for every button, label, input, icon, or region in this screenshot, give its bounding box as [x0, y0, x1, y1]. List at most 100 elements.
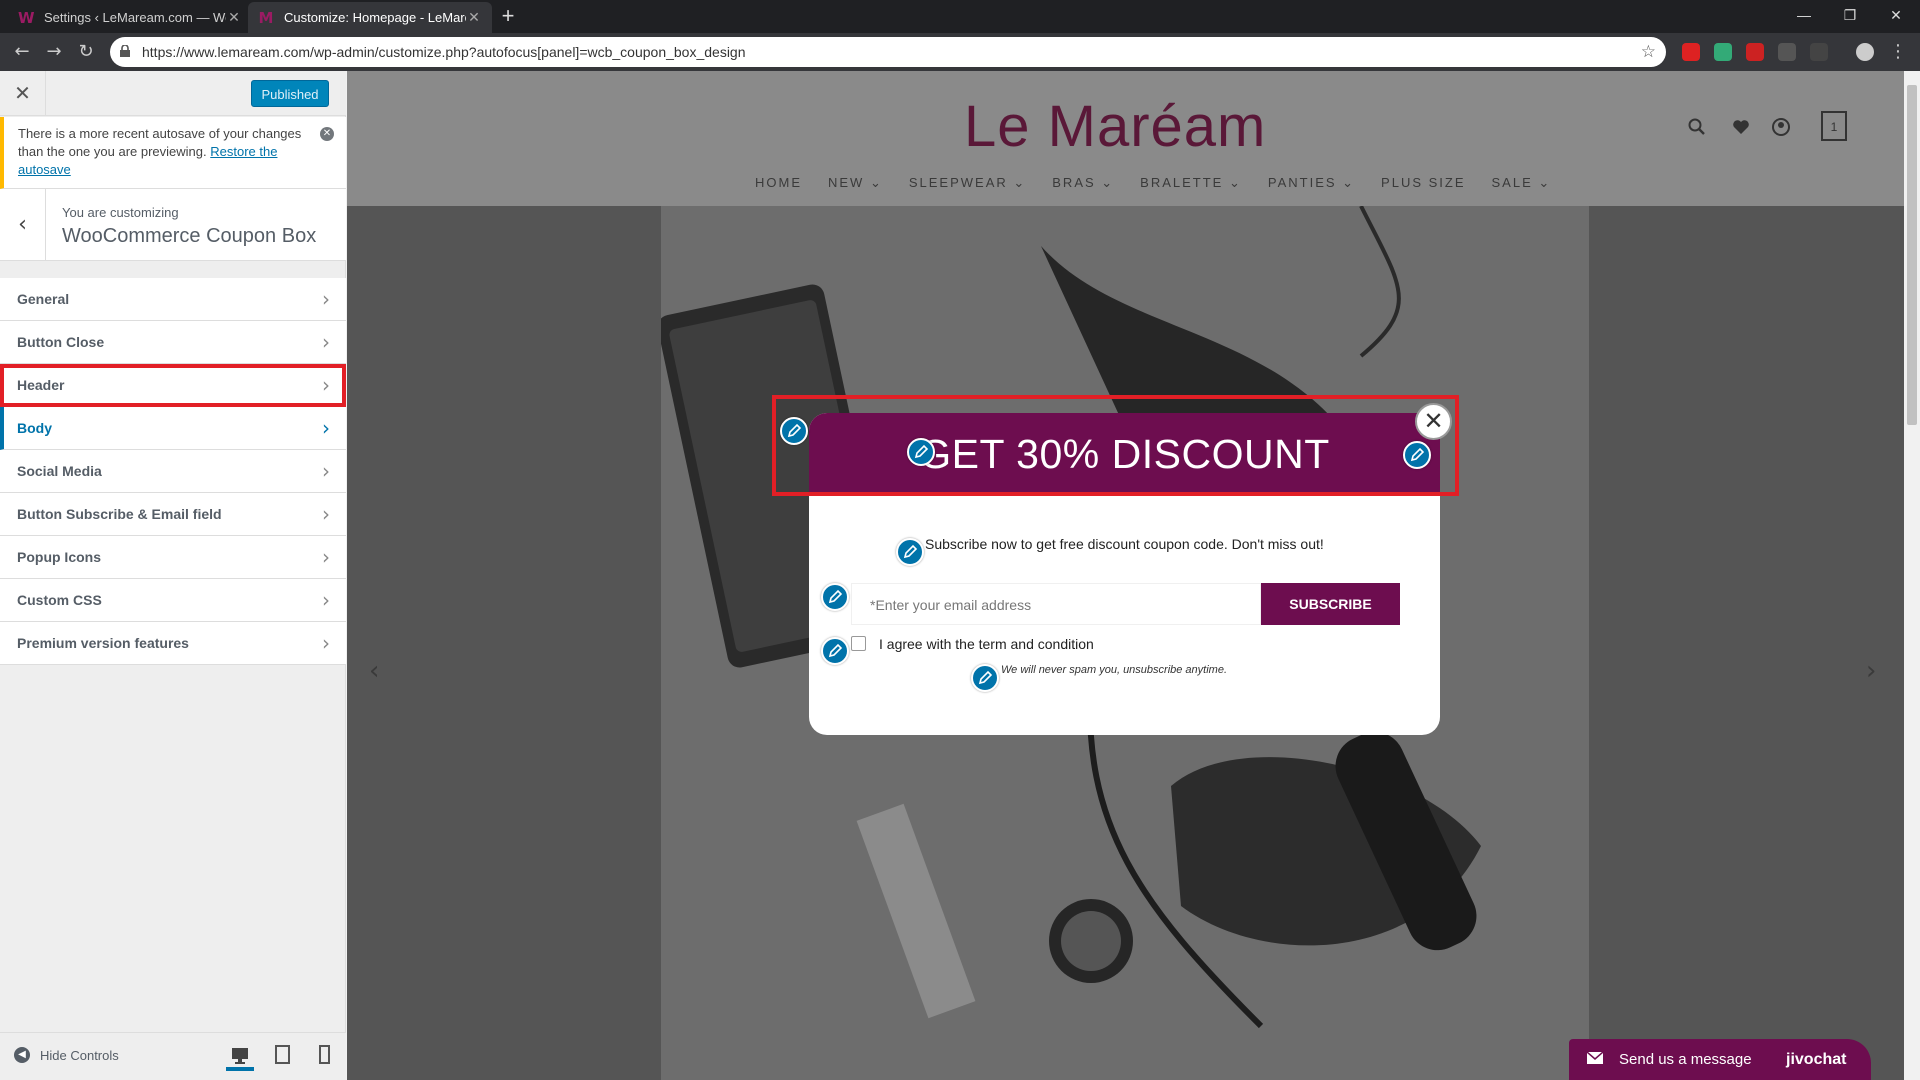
nav-item[interactable]: NEW ⌄	[828, 175, 883, 191]
cart-count: 1	[1830, 120, 1838, 134]
menu-item-popup-icons[interactable]: Popup Icons ›	[0, 536, 346, 579]
browser-tab-customize[interactable]: M Customize: Homepage - LeMare ✕	[248, 2, 492, 33]
url-text: https://www.lemaream.com/wp-admin/custom…	[142, 44, 746, 60]
nav-item[interactable]: PANTIES ⌄	[1268, 175, 1355, 191]
dismiss-notice-icon[interactable]: ✕	[320, 127, 334, 141]
close-tab-icon[interactable]: ✕	[226, 9, 242, 26]
menu-item-label: Header	[17, 377, 65, 393]
published-button[interactable]: Published	[251, 80, 329, 107]
nav-item[interactable]: HOME	[755, 175, 802, 191]
menu-item-label: Button Close	[17, 334, 105, 350]
menu-item-custom-css[interactable]: Custom CSS ›	[0, 579, 346, 622]
slider-next-arrow-icon[interactable]: ›	[1866, 656, 1876, 686]
lock-icon	[120, 45, 130, 57]
extension-icon[interactable]	[1778, 43, 1796, 61]
reload-icon[interactable]: ↻	[72, 38, 100, 66]
customizer-sidebar: ✕ Published There is a more recent autos…	[0, 71, 346, 1080]
edit-pencil-icon[interactable]	[821, 583, 849, 611]
browser-tab-settings[interactable]: W Settings ‹ LeMaream.com — Wo ✕	[8, 2, 252, 33]
agree-checkbox[interactable]	[851, 636, 866, 651]
new-tab-button[interactable]: +	[496, 5, 520, 29]
bookmark-star-icon[interactable]: ☆	[1641, 37, 1656, 67]
search-icon[interactable]	[1687, 117, 1707, 137]
close-customizer-icon[interactable]: ✕	[0, 71, 46, 116]
site-logo[interactable]: Le Maréam	[964, 93, 1266, 160]
close-tab-icon[interactable]: ✕	[466, 9, 482, 26]
autosave-notice: There is a more recent autosave of your …	[0, 117, 346, 189]
chevron-right-icon: ›	[322, 416, 330, 440]
menu-item-header[interactable]: Header ›	[0, 364, 346, 407]
edit-pencil-icon[interactable]	[971, 664, 999, 692]
menu-item-label: Body	[17, 420, 52, 436]
mobile-preview-icon[interactable]	[310, 1043, 338, 1071]
nav-item[interactable]: PLUS SIZE	[1381, 175, 1465, 191]
popup-close-icon[interactable]: ✕	[1415, 403, 1452, 440]
nav-item[interactable]: SALE ⌄	[1492, 175, 1552, 191]
menu-item-button-close[interactable]: Button Close ›	[0, 321, 346, 364]
section-title: ‹ You are customizing WooCommerce Coupon…	[0, 189, 346, 261]
restore-icon[interactable]: ❐	[1827, 0, 1873, 30]
menu-item-premium[interactable]: Premium version features ›	[0, 622, 346, 665]
nav-item[interactable]: BRALETTE ⌄	[1140, 175, 1242, 191]
extension-icon[interactable]	[1810, 43, 1828, 61]
panel-menu: General › Button Close › Header › Body › Soc…	[0, 278, 346, 665]
header-highlight-frame	[772, 395, 1459, 496]
menu-item-label: Button Subscribe & Email field	[17, 506, 222, 522]
window-close-icon[interactable]: ✕	[1873, 0, 1919, 30]
hide-controls-button[interactable]: ◀ Hide Controls	[14, 1047, 119, 1063]
hide-controls-label: Hide Controls	[40, 1047, 119, 1063]
menu-item-general[interactable]: General ›	[0, 278, 346, 321]
address-bar[interactable]: https://www.lemaream.com/wp-admin/custom…	[110, 37, 1666, 67]
email-field[interactable]: *Enter your email address	[851, 583, 1261, 625]
browser-toolbar: ← → ↻ https://www.lemaream.com/wp-admin/…	[0, 33, 1920, 71]
subscribe-button[interactable]: SUBSCRIBE	[1261, 583, 1400, 625]
chevron-right-icon: ›	[322, 545, 330, 569]
chat-message-label: Send us a message	[1619, 1051, 1752, 1068]
extension-icon[interactable]	[1746, 43, 1764, 61]
customizing-label: You are customizing	[62, 205, 179, 220]
chat-brand: jivochat	[1786, 1051, 1847, 1068]
edit-pencil-icon[interactable]	[896, 538, 924, 566]
edit-pencil-icon[interactable]	[1403, 441, 1431, 469]
forward-icon[interactable]: →	[40, 38, 68, 66]
nav-item[interactable]: BRAS ⌄	[1052, 175, 1114, 191]
browser-menu-icon[interactable]: ⋮	[1884, 38, 1912, 66]
heart-icon[interactable]	[1731, 117, 1751, 137]
menu-item-label: Premium version features	[17, 635, 189, 651]
panel-title: WooCommerce Coupon Box	[62, 225, 317, 247]
customizer-header: ✕ Published	[0, 71, 346, 116]
tab-title: Settings ‹ LeMaream.com — Wo	[44, 10, 226, 25]
back-chevron-icon[interactable]: ‹	[0, 189, 46, 261]
edit-pencil-icon[interactable]	[780, 417, 808, 445]
menu-item-body[interactable]: Body ›	[0, 407, 346, 450]
minimize-icon[interactable]: —	[1781, 0, 1827, 30]
collapse-arrow-icon: ◀	[14, 1047, 30, 1063]
extension-icon[interactable]	[1682, 43, 1700, 61]
site-header: Le Maréam HOME NEW ⌄ SLEEPWEAR ⌄ BRAS ⌄ …	[347, 71, 1904, 206]
chevron-right-icon: ›	[322, 588, 330, 612]
tablet-preview-icon[interactable]	[268, 1043, 296, 1071]
menu-item-social-media[interactable]: Social Media ›	[0, 450, 346, 493]
chevron-right-icon: ›	[322, 287, 330, 311]
account-icon[interactable]	[1771, 117, 1791, 137]
back-icon[interactable]: ←	[8, 38, 36, 66]
desktop-preview-icon[interactable]	[226, 1043, 254, 1071]
menu-item-label: General	[17, 291, 70, 307]
edit-pencil-icon[interactable]	[821, 637, 849, 665]
menu-item-label: Custom CSS	[17, 592, 102, 608]
envelope-icon	[1587, 1052, 1603, 1064]
slider-prev-arrow-icon[interactable]: ‹	[369, 656, 379, 686]
menu-item-button-subscribe-email[interactable]: Button Subscribe & Email field ›	[0, 493, 346, 536]
chat-widget[interactable]: Send us a message jivochat	[1569, 1039, 1871, 1080]
cart-icon[interactable]: 1	[1821, 111, 1847, 141]
site-favicon-icon: M	[258, 8, 274, 27]
edit-pencil-icon[interactable]	[907, 438, 935, 466]
nav-item[interactable]: SLEEPWEAR ⌄	[909, 175, 1026, 191]
popup-message: Subscribe now to get free discount coupo…	[925, 536, 1324, 552]
preview-scrollbar[interactable]	[1904, 71, 1920, 1080]
profile-avatar-icon[interactable]	[1856, 43, 1874, 61]
extension-icon[interactable]	[1714, 43, 1732, 61]
tab-title: Customize: Homepage - LeMare	[284, 10, 466, 25]
scrollbar-thumb[interactable]	[1907, 85, 1917, 425]
site-nav: HOME NEW ⌄ SLEEPWEAR ⌄ BRAS ⌄ BRALETTE ⌄…	[755, 175, 1577, 191]
